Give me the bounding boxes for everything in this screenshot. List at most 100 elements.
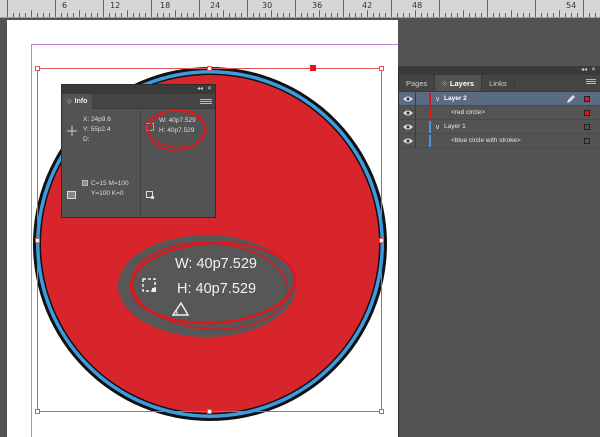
ruler-tick bbox=[475, 13, 476, 17]
ruler-tick bbox=[505, 13, 506, 17]
ruler-tick bbox=[499, 13, 500, 17]
expand-chevron-icon[interactable]: ∨ bbox=[435, 95, 440, 103]
indesign-workspace: 6 12 18 24 30 36 42 48 54 ◂◂ ✕ ◇ Info X:… bbox=[0, 0, 600, 437]
selection-handle[interactable] bbox=[379, 66, 384, 71]
layer-name[interactable]: Layer 1 bbox=[444, 123, 466, 130]
ruler-tick bbox=[589, 13, 590, 17]
eye-icon[interactable] bbox=[403, 123, 413, 131]
panel-menu-icon[interactable] bbox=[586, 79, 596, 84]
ruler-tick bbox=[433, 13, 434, 17]
ruler-tick bbox=[463, 10, 464, 17]
pencil-icon bbox=[567, 95, 575, 103]
selection-handle[interactable] bbox=[35, 66, 40, 71]
ruler-tick bbox=[523, 13, 524, 17]
ruler-label: 54 bbox=[566, 1, 577, 10]
zoom-dimension-icon bbox=[142, 278, 156, 292]
object-selection-square[interactable] bbox=[584, 110, 590, 116]
layer-color-bar bbox=[429, 93, 431, 105]
info-y-value: Y: 55p2.4 bbox=[83, 126, 111, 133]
ruler-tick bbox=[403, 13, 404, 17]
tab-grip-icon: ◇ bbox=[442, 80, 447, 87]
ruler-tick bbox=[457, 13, 458, 17]
ruler-tick bbox=[439, 0, 440, 17]
ruler-tick bbox=[445, 13, 446, 17]
ruler-tick bbox=[409, 13, 410, 17]
ruler-tick bbox=[565, 13, 566, 17]
ruler-tick bbox=[577, 13, 578, 17]
layer-row-layer-2[interactable]: ∨ Layer 2 bbox=[399, 92, 600, 106]
ruler-tick bbox=[493, 13, 494, 17]
eye-icon[interactable] bbox=[403, 137, 413, 145]
collapse-icon[interactable]: ◂◂ bbox=[581, 66, 587, 75]
tab-links[interactable]: Links bbox=[482, 75, 515, 91]
content-grabber-handle[interactable] bbox=[310, 65, 316, 71]
ruler-label: 48 bbox=[412, 1, 423, 10]
zoom-w-value: W: 40p7.529 bbox=[175, 256, 257, 272]
object-name[interactable]: <blue circle with stroke> bbox=[451, 137, 521, 144]
ruler-tick bbox=[517, 13, 518, 17]
layer-row-red-circle[interactable]: <red circle> bbox=[399, 106, 600, 120]
ruler-tick bbox=[571, 13, 572, 17]
ruler-tick bbox=[529, 13, 530, 17]
selection-handle[interactable] bbox=[35, 238, 40, 243]
zoom-h-value: H: 40p7.529 bbox=[177, 281, 257, 297]
layer-name[interactable]: Layer 2 bbox=[444, 95, 467, 102]
ruler-tick bbox=[469, 13, 470, 17]
ruler-tick bbox=[421, 13, 422, 17]
lock-column[interactable] bbox=[415, 120, 416, 134]
ruler-tick bbox=[547, 13, 548, 17]
tab-info-label: Info bbox=[74, 97, 88, 105]
ruler-tick bbox=[487, 0, 488, 17]
selection-handle[interactable] bbox=[207, 409, 212, 414]
lock-column[interactable] bbox=[415, 92, 416, 106]
tab-grip-icon: ◇ bbox=[67, 98, 72, 105]
selection-handle[interactable] bbox=[35, 409, 40, 414]
layer-row-blue-circle[interactable]: <blue circle with stroke> bbox=[399, 134, 600, 148]
stroke-icon bbox=[146, 191, 154, 199]
layer-selection-square[interactable] bbox=[584, 124, 590, 130]
selection-handle[interactable] bbox=[379, 409, 384, 414]
lock-column[interactable] bbox=[415, 134, 416, 148]
info-d-value: D: bbox=[83, 136, 90, 143]
close-icon[interactable]: ✕ bbox=[591, 66, 596, 75]
ruler-tick bbox=[451, 13, 452, 17]
ruler-tick bbox=[511, 10, 512, 17]
lock-column[interactable] bbox=[415, 106, 416, 120]
expand-chevron-icon[interactable]: ∨ bbox=[435, 123, 440, 131]
ruler-tick bbox=[481, 13, 482, 17]
object-name[interactable]: <red circle> bbox=[451, 109, 485, 116]
tab-layers[interactable]: ◇ Layers bbox=[435, 75, 483, 91]
layer-row-layer-1[interactable]: ∨ Layer 1 bbox=[399, 120, 600, 134]
fill-stroke-icon bbox=[67, 191, 76, 199]
tab-info[interactable]: ◇ Info bbox=[62, 93, 93, 109]
zoom-angle-icon bbox=[172, 302, 190, 316]
ruler-tick bbox=[415, 10, 416, 17]
ruler-tick bbox=[553, 13, 554, 17]
selection-handle[interactable] bbox=[379, 238, 384, 243]
eye-icon[interactable] bbox=[403, 95, 413, 103]
ruler-tick bbox=[583, 0, 584, 17]
ruler-tick bbox=[541, 13, 542, 17]
tab-pages[interactable]: Pages bbox=[399, 75, 436, 91]
info-color-line2: Y=100 K=0 bbox=[91, 190, 124, 197]
crosshair-icon bbox=[67, 126, 77, 136]
eye-icon[interactable] bbox=[403, 109, 413, 117]
tab-links-label: Links bbox=[489, 78, 507, 88]
layer-selection-square[interactable] bbox=[584, 96, 590, 102]
selection-handle[interactable] bbox=[207, 66, 212, 71]
info-panel: ◂◂ ✕ ◇ Info X: 24p9.6 Y: 55p2.4 D: W: 40… bbox=[61, 84, 216, 218]
info-x-value: X: 24p9.6 bbox=[83, 116, 111, 123]
tab-layers-label: Layers bbox=[449, 78, 475, 88]
ruler-tick bbox=[427, 13, 428, 17]
layers-panel-tabbar: Pages ◇ Layers Links bbox=[399, 75, 600, 92]
info-color-line1: C=15 M=100 bbox=[91, 180, 129, 187]
ruler-tick bbox=[595, 13, 596, 17]
object-selection-square[interactable] bbox=[584, 138, 590, 144]
ruler-tick bbox=[559, 10, 560, 17]
layer-color-bar bbox=[429, 107, 431, 119]
red-highlight-scribble bbox=[145, 109, 207, 151]
layers-panel: ◂◂ ✕ Pages ◇ Layers Links ∨ Layer 2 <red… bbox=[398, 66, 600, 437]
layers-panel-topbar[interactable]: ◂◂ ✕ bbox=[399, 66, 600, 75]
fill-swatch bbox=[82, 180, 88, 186]
ruler-tick bbox=[535, 0, 536, 17]
